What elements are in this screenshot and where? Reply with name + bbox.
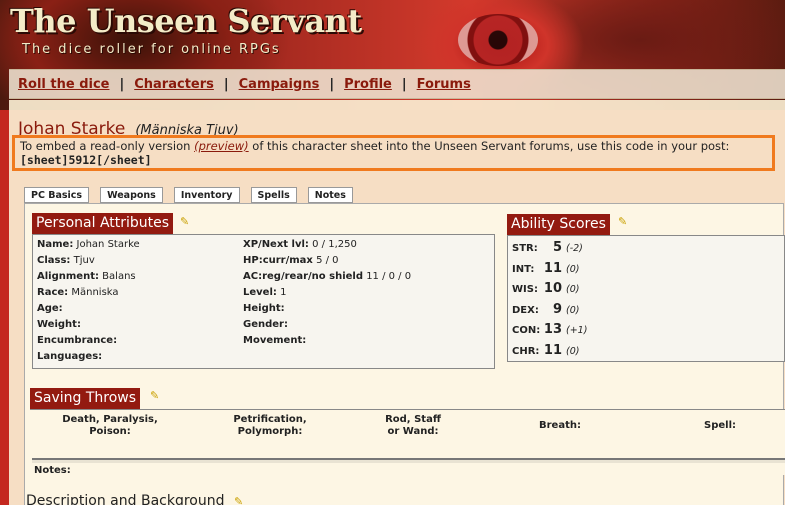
eye-artwork — [458, 14, 538, 66]
tab-notes[interactable]: Notes — [307, 187, 353, 203]
tab-spells[interactable]: Spells — [250, 187, 297, 203]
sheet-tabs: PC Basics Weapons Inventory Spells Notes — [24, 187, 364, 203]
personal-attributes-box: Name: Johan Starke Class: Tjuv Alignment… — [32, 234, 495, 369]
attr-encumbrance: Encumbrance: — [37, 335, 118, 346]
attr-hp: HP:curr/max 5 / 0 — [243, 255, 339, 266]
ability-dex: DEX: 9 (0) — [512, 302, 580, 317]
saving-throws-box: Death, Paralysis, Poison: Petrification, P… — [30, 409, 785, 476]
attr-alignment: Alignment: Balans — [37, 271, 136, 282]
tab-weapons[interactable]: Weapons — [100, 187, 163, 203]
attr-level: Level: 1 — [243, 287, 287, 298]
site-logo-title[interactable]: The Unseen Servant — [10, 2, 362, 40]
save-spell: Spell: — [704, 420, 736, 431]
ability-chr: CHR: 11 (0) — [512, 343, 580, 358]
save-death-paralysis-poison: Death, Paralysis, Poison: — [62, 414, 158, 437]
embed-code[interactable]: [sheet]5912[/sheet] — [20, 153, 767, 167]
nav-separator: | — [329, 76, 335, 92]
attr-race: Race: Människa — [37, 287, 119, 298]
edit-description-icon[interactable]: ✎ — [234, 496, 246, 505]
preview-link[interactable]: (preview) — [194, 139, 249, 153]
attr-movement: Movement: — [243, 335, 307, 346]
edit-abilities-icon[interactable]: ✎ — [618, 216, 630, 228]
main-nav: Roll the dice | Characters | Campaigns |… — [9, 69, 785, 99]
tab-inventory[interactable]: Inventory — [173, 187, 240, 203]
ability-str: STR: 5 (-2) — [512, 240, 583, 255]
attr-weight: Weight: — [37, 319, 81, 330]
description-background-header: Description and Background — [26, 493, 225, 505]
save-rod-staff-wand: Rod, Staff or Wand: — [385, 414, 441, 437]
saving-throws-header: Saving Throws — [30, 388, 141, 409]
saving-throws-divider — [32, 458, 785, 463]
nav-forums[interactable]: Forums — [417, 77, 471, 92]
nav-separator: | — [401, 76, 407, 92]
pc-basics-panel: Personal Attributes ✎ Name: Johan Starke… — [24, 203, 785, 505]
embed-text-after: of this character sheet into the Unseen … — [248, 139, 730, 153]
tab-pc-basics[interactable]: PC Basics — [24, 187, 90, 203]
attr-height: Height: — [243, 303, 285, 314]
attr-xp: XP/Next lvl: 0 / 1,250 — [243, 239, 357, 250]
nav-separator: | — [223, 76, 229, 92]
site-logo-subtitle: The dice roller for online RPGs — [22, 42, 281, 57]
nav-roll-the-dice[interactable]: Roll the dice — [18, 77, 109, 92]
embed-notice: To embed a read-only version (preview) o… — [12, 135, 775, 171]
edit-saving-throws-icon[interactable]: ✎ — [150, 390, 162, 402]
attr-class: Class: Tjuv — [37, 255, 95, 266]
ability-int: INT: 11 (0) — [512, 261, 580, 276]
attr-ac: AC:reg/rear/no shield 11 / 0 / 0 — [243, 271, 412, 282]
attr-gender: Gender: — [243, 319, 288, 330]
nav-characters[interactable]: Characters — [134, 77, 214, 92]
saving-notes-label: Notes: — [34, 465, 71, 476]
personal-attributes-header: Personal Attributes — [32, 213, 174, 234]
save-petrification-polymorph: Petrification, Polymorph: — [233, 414, 307, 437]
edit-personal-icon[interactable]: ✎ — [180, 216, 192, 228]
attr-languages: Languages: — [37, 351, 103, 362]
nav-profile[interactable]: Profile — [344, 77, 392, 92]
embed-text-before: To embed a read-only version — [20, 139, 195, 153]
ability-scores-box: STR: 5 (-2) INT: 11 (0) WIS: 10 (0) DEX: 9 (0) C… — [507, 235, 785, 362]
ability-con: CON: 13 (+1) — [512, 322, 588, 337]
ability-scores-header: Ability Scores — [507, 214, 610, 235]
save-breath: Breath: — [539, 420, 581, 431]
nav-separator: | — [119, 76, 125, 92]
character-sheet-page: Johan Starke (Människa Tjuv) To embed a r… — [9, 100, 785, 505]
attr-name: Name: Johan Starke — [37, 239, 140, 250]
nav-campaigns[interactable]: Campaigns — [239, 77, 320, 92]
ability-wis: WIS: 10 (0) — [512, 281, 580, 296]
attr-age: Age: — [37, 303, 63, 314]
